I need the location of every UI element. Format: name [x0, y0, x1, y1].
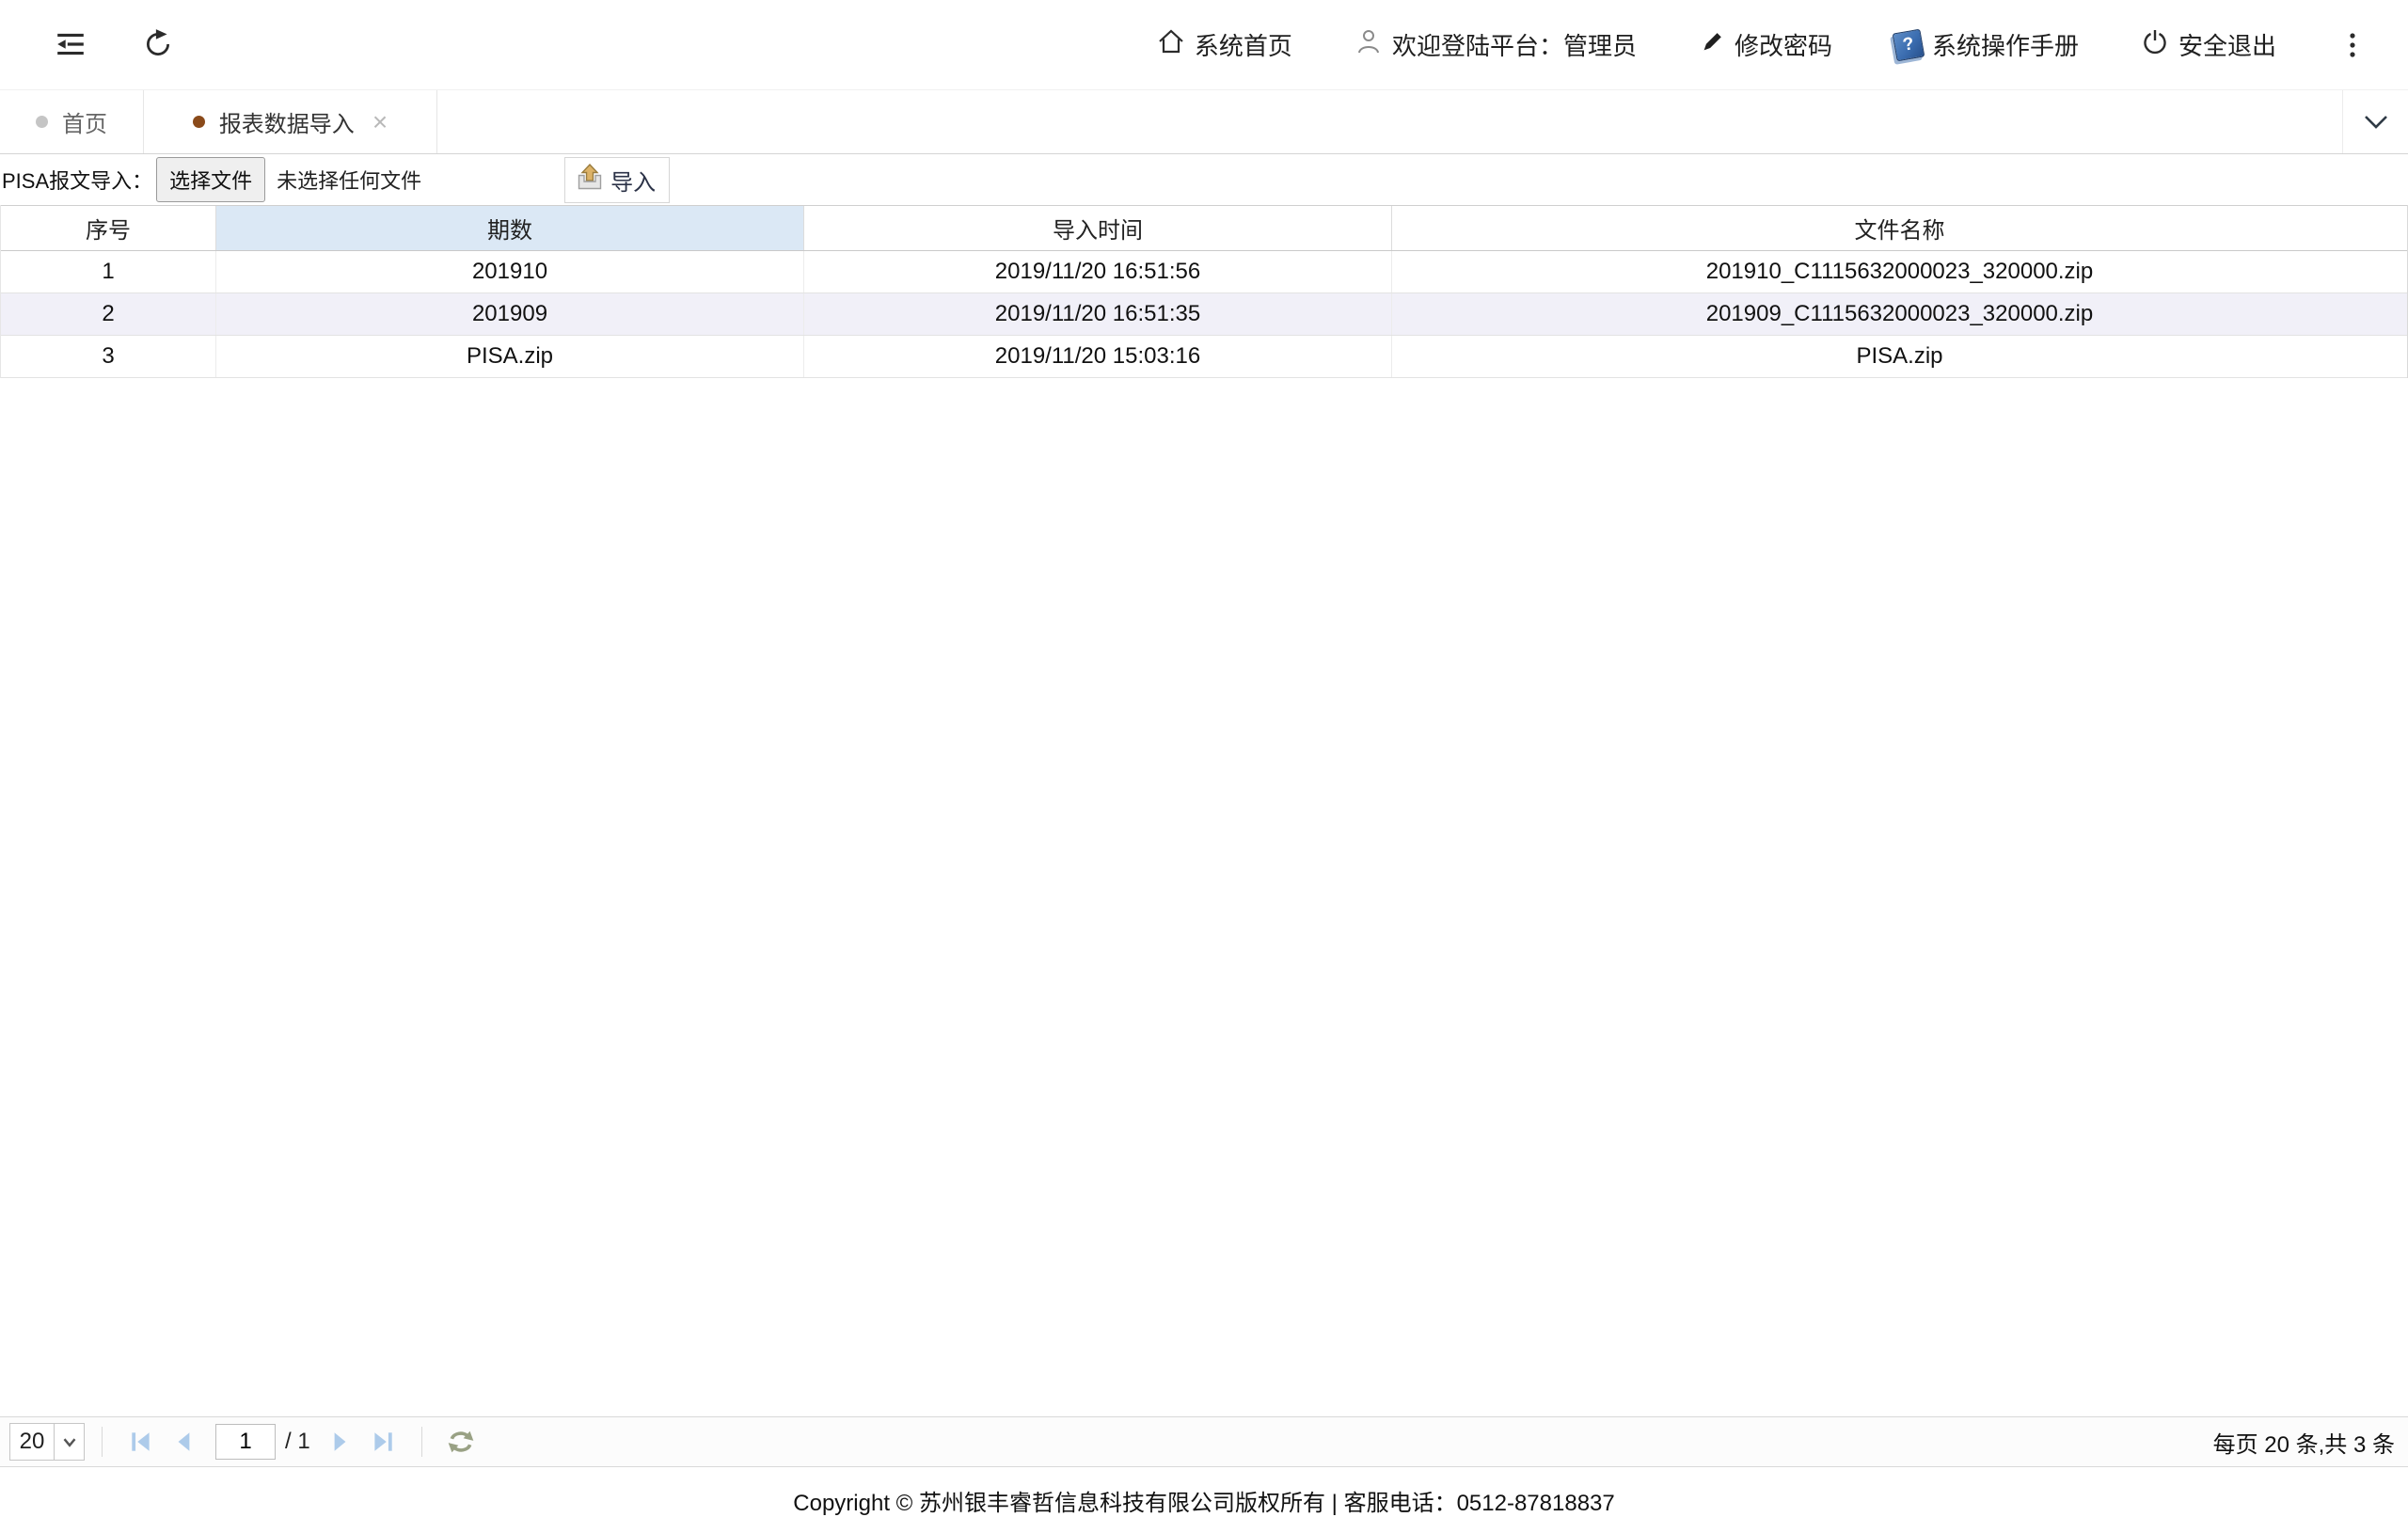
- cell-seq: 3: [1, 336, 216, 377]
- previous-page-button[interactable]: [168, 1426, 200, 1458]
- top-bar: 系统首页 欢迎登陆平台：管理员 修改密码: [0, 0, 2408, 89]
- pencil-icon: [1699, 28, 1725, 61]
- cell-import-time: 2019/11/20 15:03:16: [804, 336, 1392, 377]
- page-number-input[interactable]: [215, 1424, 276, 1460]
- nav-change-password[interactable]: 修改密码: [1699, 27, 1832, 62]
- nav-label: 安全退出: [2178, 27, 2276, 62]
- nav-label: 欢迎登陆平台：管理员: [1392, 27, 1637, 62]
- import-button[interactable]: 导入: [564, 157, 670, 203]
- cell-file-name: 201910_C1115632000023_320000.zip: [1392, 251, 2407, 292]
- table-header-row: 序号 期数 导入时间 文件名称: [1, 205, 2407, 251]
- column-header-file-name[interactable]: 文件名称: [1392, 206, 2407, 250]
- tab-home[interactable]: 首页: [0, 90, 144, 153]
- refresh-page-icon[interactable]: [139, 25, 177, 63]
- cell-period: 201910: [216, 251, 804, 292]
- cell-period: PISA.zip: [216, 336, 804, 377]
- nav-label: 修改密码: [1735, 27, 1832, 62]
- column-header-seq[interactable]: 序号: [1, 206, 216, 250]
- cell-seq: 1: [1, 251, 216, 292]
- cell-period: 201909: [216, 293, 804, 335]
- tab-bar: 首页 报表数据导入 ×: [0, 89, 2408, 154]
- power-icon: [2141, 27, 2169, 62]
- pagination-bar: 20 / 1: [0, 1416, 2408, 1467]
- pagination-summary: 每页 20 条,共 3 条: [2213, 1426, 2399, 1459]
- import-history-table: 序号 期数 导入时间 文件名称 1 201910 2019/11/20 16:5…: [0, 205, 2408, 378]
- cell-file-name: PISA.zip: [1392, 336, 2407, 377]
- tab-overflow-chevron-down-icon[interactable]: [2342, 90, 2408, 153]
- tab-report-data-import[interactable]: 报表数据导入 ×: [144, 90, 437, 153]
- tab-close-icon[interactable]: ×: [372, 109, 388, 135]
- table-row[interactable]: 3 PISA.zip 2019/11/20 15:03:16 PISA.zip: [1, 336, 2407, 378]
- cell-file-name: 201909_C1115632000023_320000.zip: [1392, 293, 2407, 335]
- choose-file-button[interactable]: 选择文件: [156, 157, 265, 202]
- divider: [102, 1427, 103, 1457]
- upload-row: PISA报文导入： 选择文件 未选择任何文件 导入: [0, 154, 2408, 205]
- nav-label: 系统首页: [1195, 27, 1292, 62]
- nav-operation-manual[interactable]: ? 系统操作手册: [1894, 27, 2079, 62]
- select-chevron-down-icon: [54, 1424, 84, 1460]
- more-options-kebab-icon[interactable]: [2338, 26, 2367, 64]
- tab-label: 首页: [62, 105, 107, 138]
- nav-system-home[interactable]: 系统首页: [1157, 27, 1292, 62]
- column-header-import-time[interactable]: 导入时间: [804, 206, 1392, 250]
- tab-dot: [193, 116, 205, 128]
- tab-dot: [36, 116, 48, 128]
- column-header-period[interactable]: 期数: [216, 206, 804, 250]
- app: 系统首页 欢迎登陆平台：管理员 修改密码: [0, 0, 2408, 1533]
- nav-welcome-user[interactable]: 欢迎登陆平台：管理员: [1354, 27, 1637, 62]
- first-page-button[interactable]: [125, 1426, 157, 1458]
- nav-logout[interactable]: 安全退出: [2141, 27, 2276, 62]
- page-size-value: 20: [10, 1424, 54, 1460]
- tab-label: 报表数据导入: [219, 105, 355, 138]
- table-row[interactable]: 2 201909 2019/11/20 16:51:35 201909_C111…: [1, 293, 2407, 336]
- cell-import-time: 2019/11/20 16:51:35: [804, 293, 1392, 335]
- cell-import-time: 2019/11/20 16:51:56: [804, 251, 1392, 292]
- next-page-button[interactable]: [324, 1426, 356, 1458]
- last-page-button[interactable]: [367, 1426, 399, 1458]
- upload-icon: [575, 163, 605, 198]
- upload-label: PISA报文导入：: [2, 165, 152, 195]
- table-row[interactable]: 1 201910 2019/11/20 16:51:56 201910_C111…: [1, 251, 2407, 293]
- menu-collapse-icon[interactable]: [52, 25, 89, 63]
- help-book-icon: ?: [1893, 28, 1925, 61]
- import-button-label: 导入: [610, 164, 656, 197]
- cell-seq: 2: [1, 293, 216, 335]
- total-pages-text: / 1: [285, 1429, 310, 1455]
- home-icon: [1157, 27, 1185, 62]
- divider: [421, 1427, 422, 1457]
- no-file-selected-text: 未选择任何文件: [277, 165, 421, 195]
- user-icon: [1354, 27, 1383, 62]
- footer: Copyright © 苏州银丰睿哲信息科技有限公司版权所有 | 客服电话：05…: [0, 1467, 2408, 1533]
- reload-grid-icon[interactable]: [445, 1426, 477, 1458]
- page-size-select[interactable]: 20: [9, 1423, 85, 1461]
- copyright-text: Copyright © 苏州银丰睿哲信息科技有限公司版权所有 | 客服电话：05…: [793, 1484, 1614, 1517]
- top-nav: 系统首页 欢迎登陆平台：管理员 修改密码: [1157, 0, 2408, 89]
- nav-label: 系统操作手册: [1932, 27, 2079, 62]
